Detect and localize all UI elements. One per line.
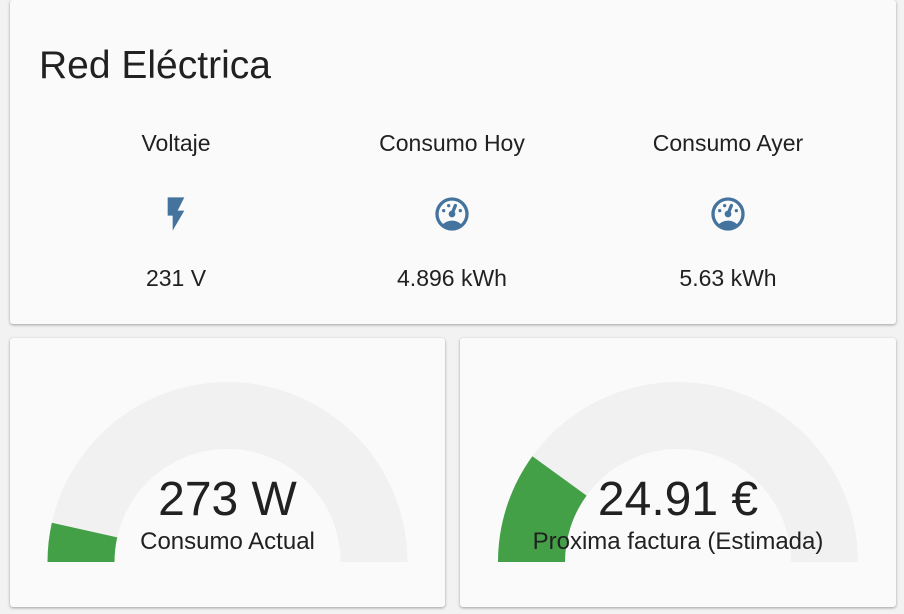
entity-consumo-ayer[interactable]: Consumo Ayer 5.63 kWh [608, 120, 848, 300]
flash-icon [156, 194, 196, 234]
gauge-label: Proxima factura (Estimada) [532, 528, 824, 555]
entity-state: 5.63 kWh [679, 265, 777, 291]
entity-state: 4.896 kWh [397, 265, 507, 291]
entity-state: 231 V [145, 265, 207, 291]
gauge-card-proxima-factura[interactable]: 24.91 € Proxima factura (Estimada) [460, 338, 896, 607]
card-title: Red Eléctrica [39, 44, 271, 87]
entity-name: Voltaje [141, 130, 211, 156]
red-electrica-card: Red Eléctrica Voltaje 231 V Consumo Hoy … [10, 0, 896, 324]
gauge-icon [708, 194, 748, 234]
gauge-card-consumo-actual[interactable]: 273 W Consumo Actual [10, 338, 445, 607]
entity-consumo-hoy[interactable]: Consumo Hoy 4.896 kWh [332, 120, 572, 300]
entity-name: Consumo Ayer [652, 130, 804, 156]
gauge-label: Consumo Actual [140, 528, 315, 555]
entity-name: Consumo Hoy [379, 130, 525, 156]
entity-voltaje[interactable]: Voltaje 231 V [56, 120, 296, 300]
gauge-value: 273 W [158, 473, 297, 526]
gauge-icon [432, 194, 472, 234]
gauge-value: 24.91 € [597, 473, 759, 526]
